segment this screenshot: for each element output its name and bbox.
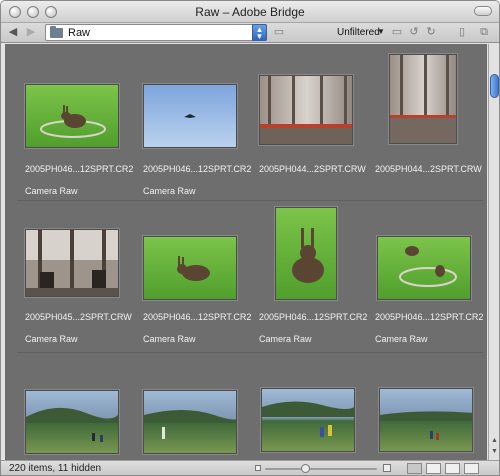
path-dropdown[interactable]: Raw ▲ ▼: [45, 24, 267, 41]
filmstrip-view-icon[interactable]: [426, 463, 441, 474]
toolbar: ◀ ▶ Raw ▲ ▼ ▭ Unfiltered ▼ ▭ ↺ ↻ ▯ ⧉: [1, 23, 499, 43]
file-name: 2005PH046...12SPRT.CR2: [25, 164, 134, 174]
file-name: 2005PH046...12SPRT.CR2: [375, 312, 484, 322]
file-label: Camera Raw: [143, 334, 196, 344]
bridge-window: Raw – Adobe Bridge ◀ ▶ Raw ▲ ▼ ▭ Unfilter…: [0, 0, 500, 476]
thumbnail-image[interactable]: [379, 388, 473, 452]
status-bar: 220 items, 11 hidden: [1, 460, 499, 475]
thumbnail-image[interactable]: [25, 84, 119, 148]
folder-icon: [50, 26, 63, 38]
rotate-right-icon[interactable]: ↻: [424, 26, 438, 39]
thumbnail-image[interactable]: [377, 236, 471, 300]
thumbnail-image[interactable]: [25, 390, 119, 454]
filter-dropdown[interactable]: Unfiltered: [337, 27, 380, 38]
new-folder-icon[interactable]: ▭: [390, 26, 404, 39]
file-label: Camera Raw: [25, 186, 78, 196]
row-divider: [17, 200, 483, 201]
smaller-thumbnails-icon[interactable]: [255, 465, 261, 471]
file-label: Camera Raw: [25, 334, 78, 344]
file-name: 2005PH046...12SPRT.CR2: [143, 312, 252, 322]
forward-arrow-icon[interactable]: ▶: [23, 25, 39, 40]
file-name: 2005PH044...2SPRT.CRW: [375, 164, 482, 174]
thumbnail-image[interactable]: [25, 229, 119, 297]
vertical-scrollbar[interactable]: ▲ ▼: [488, 44, 499, 460]
thumbnail-image[interactable]: [275, 207, 337, 300]
file-name: 2005PH046...12SPRT.CR2: [259, 312, 368, 322]
scrollbar-thumb[interactable]: [490, 74, 499, 98]
path-dropdown-arrow-icon[interactable]: ▲ ▼: [252, 24, 267, 41]
rotate-left-icon[interactable]: ↺: [407, 26, 421, 39]
row-divider: [17, 352, 483, 353]
recent-folders-icon[interactable]: ▭: [272, 26, 286, 39]
thumbnail-image[interactable]: [143, 390, 237, 454]
slider-knob[interactable]: [301, 464, 311, 473]
file-label: Camera Raw: [375, 334, 428, 344]
thumbnail-image[interactable]: [259, 75, 353, 145]
filter-arrow-icon[interactable]: ▼: [377, 27, 385, 36]
file-label: Camera Raw: [259, 334, 312, 344]
details-view-icon[interactable]: [445, 463, 460, 474]
scroll-up-arrow-icon[interactable]: ▲: [490, 436, 499, 446]
file-name: 2005PH044...2SPRT.CRW: [259, 164, 366, 174]
item-count: 220 items, 11 hidden: [9, 463, 102, 474]
thumbnail-size-slider[interactable]: [265, 464, 377, 473]
thumbnail-grid: 2005PH046...12SPRT.CR2 Camera Raw 2005PH…: [5, 44, 487, 460]
scroll-down-arrow-icon[interactable]: ▼: [490, 447, 499, 457]
back-arrow-icon[interactable]: ◀: [5, 25, 21, 40]
trash-icon[interactable]: ▯: [455, 26, 469, 39]
thumbnails-view-icon[interactable]: [407, 463, 422, 474]
file-name: 2005PH045...2SPRT.CRW: [25, 312, 132, 322]
versions-view-icon[interactable]: [464, 463, 479, 474]
window-title: Raw – Adobe Bridge: [195, 5, 305, 19]
thumbnail-image[interactable]: [389, 54, 457, 144]
toolbar-toggle-button[interactable]: [474, 6, 492, 16]
thumbnail-image[interactable]: [143, 84, 237, 148]
thumbnail-image[interactable]: [143, 236, 237, 300]
thumbnail-image[interactable]: [261, 388, 355, 452]
larger-thumbnails-icon[interactable]: [383, 464, 391, 472]
path-label: Raw: [68, 27, 91, 39]
compact-mode-icon[interactable]: ⧉: [477, 26, 491, 39]
title-bar: Raw – Adobe Bridge: [1, 1, 499, 23]
file-name: 2005PH046...12SPRT.CR2: [143, 164, 252, 174]
file-label: Camera Raw: [143, 186, 196, 196]
